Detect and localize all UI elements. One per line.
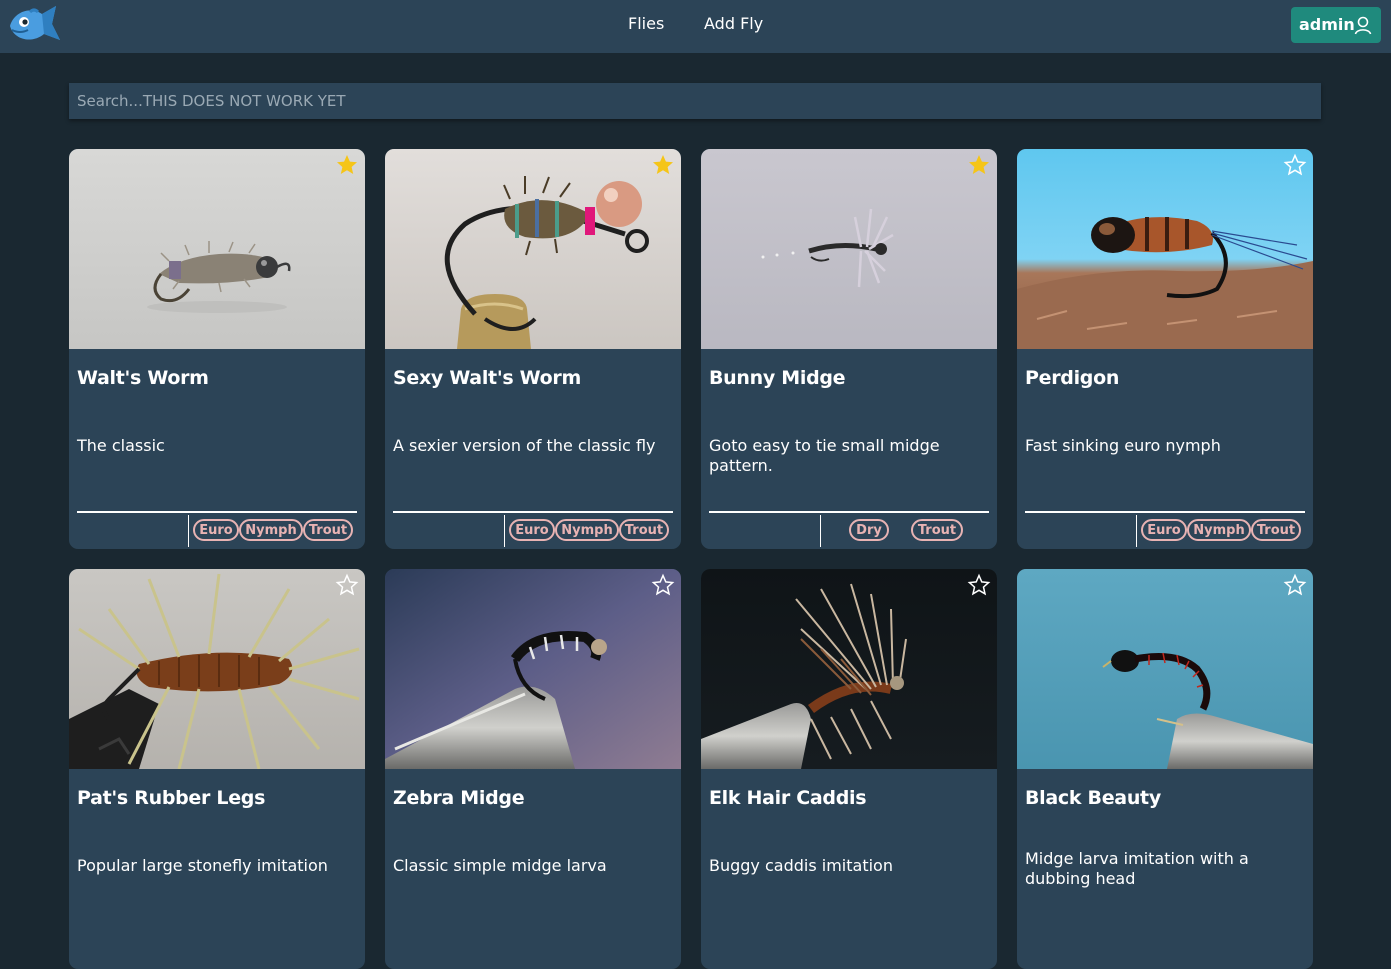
tag-euro[interactable]: Euro [509, 519, 555, 541]
fly-card[interactable]: Perdigon Fast sinking euro nymph Euro Ny… [1017, 149, 1313, 549]
user-menu-label: admin [1299, 15, 1355, 34]
fly-title: Walt's Worm [77, 367, 209, 389]
fly-description: Buggy caddis imitation [709, 856, 893, 875]
fly-image [69, 569, 365, 769]
fly-description: Midge larva imitation with a dubbing hea… [1025, 849, 1249, 888]
divider [1025, 511, 1305, 513]
fly-description: A sexier version of the classic fly [393, 436, 656, 455]
divider [77, 511, 357, 513]
fly-description: Goto easy to tie small midge pattern. [709, 436, 940, 475]
divider [1136, 515, 1137, 547]
star-outline-icon[interactable] [1283, 573, 1307, 597]
fly-card[interactable]: Black Beauty Midge larva imitation with … [1017, 569, 1313, 969]
tag-nymph[interactable]: Nymph [1187, 519, 1251, 541]
tag-trout[interactable]: Trout [619, 519, 669, 541]
fly-image [1017, 149, 1313, 349]
tag-trout[interactable]: Trout [303, 519, 353, 541]
tag-dry[interactable]: Dry [849, 519, 889, 541]
fly-image [1017, 569, 1313, 769]
fly-title: Bunny Midge [709, 367, 846, 389]
fly-image [385, 149, 681, 349]
divider [188, 515, 189, 547]
tag-trout[interactable]: Trout [911, 519, 963, 541]
user-menu-button[interactable]: admin [1291, 7, 1381, 43]
fly-card[interactable]: Pat's Rubber Legs Popular large stonefly… [69, 569, 365, 969]
navbar: Flies Add Fly admin [0, 0, 1391, 53]
nav-link-add-fly[interactable]: Add Fly [704, 14, 763, 33]
star-outline-icon[interactable] [651, 573, 675, 597]
tag-nymph[interactable]: Nymph [239, 519, 303, 541]
divider [393, 511, 673, 513]
tag-trout[interactable]: Trout [1251, 519, 1301, 541]
fly-title: Perdigon [1025, 367, 1120, 389]
fly-description: Classic simple midge larva [393, 856, 607, 875]
fly-title: Black Beauty [1025, 787, 1161, 809]
user-icon [1354, 16, 1372, 35]
fish-logo-icon[interactable] [6, 2, 64, 46]
fly-card[interactable]: Walt's Worm The classic Euro Nymph Trout [69, 149, 365, 549]
fly-image [385, 569, 681, 769]
star-filled-icon[interactable] [651, 153, 675, 177]
fly-image [701, 149, 997, 349]
fly-description: Fast sinking euro nymph [1025, 436, 1221, 455]
divider [709, 511, 989, 513]
nav-link-flies[interactable]: Flies [628, 14, 664, 33]
star-outline-icon[interactable] [335, 573, 359, 597]
fly-title: Sexy Walt's Worm [393, 367, 581, 389]
fly-title: Elk Hair Caddis [709, 787, 867, 809]
fly-description: The classic [77, 436, 165, 455]
search-input[interactable] [69, 83, 1321, 119]
fly-card[interactable]: Sexy Walt's Worm A sexier version of the… [385, 149, 681, 549]
star-outline-icon[interactable] [1283, 153, 1307, 177]
divider [504, 515, 505, 547]
fly-card[interactable]: Elk Hair Caddis Buggy caddis imitation [701, 569, 997, 969]
fly-description: Popular large stonefly imitation [77, 856, 328, 875]
fly-title: Pat's Rubber Legs [77, 787, 266, 809]
fly-card[interactable]: Zebra Midge Classic simple midge larva [385, 569, 681, 969]
fly-image [69, 149, 365, 349]
star-filled-icon[interactable] [335, 153, 359, 177]
tag-nymph[interactable]: Nymph [555, 519, 619, 541]
fly-card[interactable]: Bunny Midge Goto easy to tie small midge… [701, 149, 997, 549]
star-filled-icon[interactable] [967, 153, 991, 177]
fly-title: Zebra Midge [393, 787, 525, 809]
tag-euro[interactable]: Euro [193, 519, 239, 541]
star-outline-icon[interactable] [967, 573, 991, 597]
tag-euro[interactable]: Euro [1141, 519, 1187, 541]
fly-image [701, 569, 997, 769]
divider [820, 515, 821, 547]
